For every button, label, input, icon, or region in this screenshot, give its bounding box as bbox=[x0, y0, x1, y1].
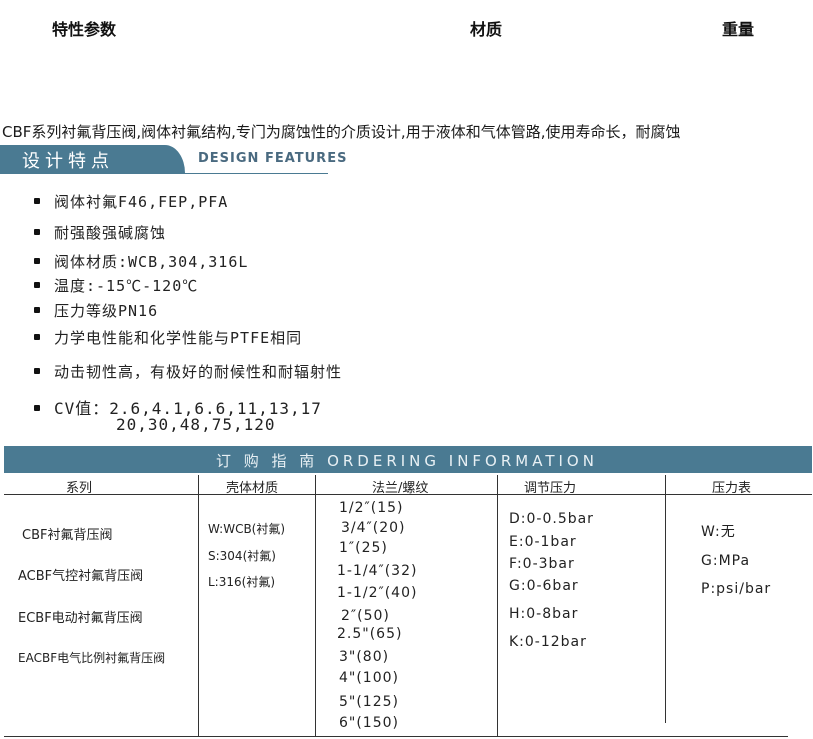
flange-item: 1-1/2″(40) bbox=[337, 585, 418, 601]
bullet-icon bbox=[34, 257, 40, 264]
feature-item: 阀体衬氟F46,FEP,PFA bbox=[34, 191, 228, 212]
pressure-item: H:0-8bar bbox=[509, 606, 579, 622]
design-features-underline bbox=[0, 173, 328, 174]
header-weight: 重量 bbox=[722, 20, 755, 39]
material-item: W:WCB(衬氟) bbox=[208, 522, 286, 536]
header-characteristics: 特性参数 bbox=[52, 20, 117, 39]
series-item: EACBF电气比例衬氟背压阀 bbox=[18, 651, 166, 665]
flange-item: 2.5"(65) bbox=[337, 626, 403, 642]
column-divider bbox=[198, 475, 199, 736]
column-divider bbox=[315, 475, 316, 736]
series-item: ACBF气控衬氟背压阀 bbox=[18, 569, 144, 584]
series-item: ECBF电动衬氟背压阀 bbox=[18, 611, 143, 626]
flange-item: 4"(100) bbox=[339, 670, 399, 686]
feature-item-continuation: 20,30,48,75,120 bbox=[116, 415, 276, 434]
header-material: 材质 bbox=[470, 20, 503, 39]
series-item: CBF衬氟背压阀 bbox=[22, 528, 113, 543]
column-header-material: 壳体材质 bbox=[226, 481, 279, 496]
gauge-item: G:MPa bbox=[701, 553, 751, 569]
column-divider bbox=[665, 475, 666, 723]
feature-item: 阀体材质:WCB,304,316L bbox=[34, 251, 248, 272]
column-header-flange: 法兰/螺纹 bbox=[372, 481, 429, 496]
pressure-item: F:0-3bar bbox=[509, 556, 575, 572]
feature-item: 力学电性能和化学性能与PTFE相同 bbox=[34, 327, 302, 348]
bullet-icon bbox=[34, 333, 40, 340]
gauge-item: P:psi/bar bbox=[701, 581, 772, 597]
ordering-bottom-border bbox=[4, 736, 788, 737]
flange-item: 3"(80) bbox=[339, 649, 390, 665]
column-divider bbox=[497, 475, 498, 736]
flange-item: 1/2″(15) bbox=[339, 500, 404, 516]
gauge-item: W:无 bbox=[701, 524, 736, 540]
flange-item: 1-1/4″(32) bbox=[337, 563, 418, 579]
ordering-title: 订 购 指 南 ORDERING INFORMATION bbox=[216, 452, 598, 470]
flange-item: 6"(150) bbox=[339, 715, 399, 731]
column-header-series: 系列 bbox=[66, 481, 93, 496]
pressure-item: E:0-1bar bbox=[509, 534, 577, 550]
material-item: S:304(衬氟) bbox=[208, 549, 276, 563]
feature-item: 动击韧性高，有极好的耐候性和耐辐射性 bbox=[34, 361, 342, 382]
bullet-icon bbox=[34, 367, 40, 374]
design-features-title-cn: 设计特点 bbox=[22, 151, 114, 172]
bullet-icon bbox=[34, 197, 40, 204]
pressure-item: K:0-12bar bbox=[509, 634, 587, 650]
column-header-gauge: 压力表 bbox=[712, 481, 752, 496]
column-header-pressure: 调节压力 bbox=[524, 481, 577, 496]
material-item: L:316(衬氟) bbox=[208, 575, 275, 589]
bullet-icon bbox=[34, 228, 40, 235]
bullet-icon bbox=[34, 306, 40, 313]
pressure-item: D:0-0.5bar bbox=[509, 511, 594, 527]
pressure-item: G:0-6bar bbox=[509, 578, 579, 594]
bullet-icon bbox=[34, 281, 40, 288]
flange-item: 5"(125) bbox=[339, 694, 399, 710]
feature-item: 耐强酸强碱腐蚀 bbox=[34, 222, 166, 243]
feature-item: 温度:-15℃-120℃ bbox=[34, 275, 198, 296]
flange-item: 1″(25) bbox=[339, 540, 388, 556]
design-features-title-en: DESIGN FEATURES bbox=[198, 151, 348, 166]
feature-item: 压力等级PN16 bbox=[34, 300, 158, 321]
product-intro: CBF系列衬氟背压阀,阀体衬氟结构,专门为腐蚀性的介质设计,用于液体和气体管路,… bbox=[2, 123, 681, 141]
bullet-icon bbox=[34, 404, 40, 411]
flange-item: 3/4″(20) bbox=[341, 520, 406, 536]
flange-item: 2″(50) bbox=[341, 608, 390, 624]
